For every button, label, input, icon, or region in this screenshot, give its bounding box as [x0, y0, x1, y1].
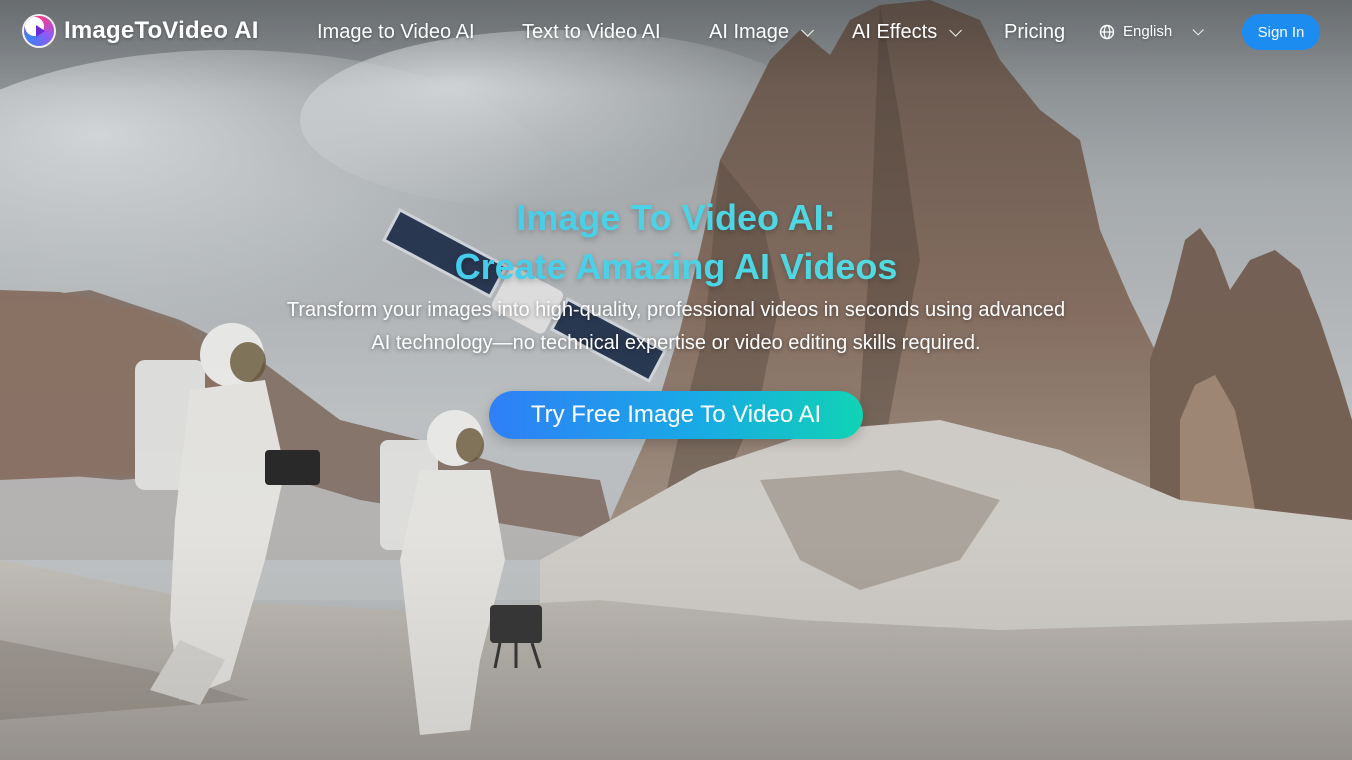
hero-background-image: [0, 0, 1352, 760]
chevron-down-icon: [801, 23, 815, 37]
nav-pricing[interactable]: Pricing: [1004, 18, 1065, 46]
chevron-down-icon: [949, 23, 963, 37]
try-free-cta-button[interactable]: Try Free Image To Video AI: [489, 391, 863, 439]
nav-ai-effects-dropdown[interactable]: AI Effects: [852, 18, 963, 46]
brand-name: ImageToVideo AI: [64, 17, 259, 44]
hero-subtitle: Transform your images into high-quality,…: [286, 299, 1066, 354]
globe-icon: [1099, 24, 1115, 40]
language-selector[interactable]: English: [1099, 20, 1204, 44]
chevron-down-icon: [1192, 24, 1204, 36]
sign-in-button[interactable]: Sign In: [1242, 14, 1320, 50]
play-logo-icon: [24, 16, 54, 46]
nav-text-to-video[interactable]: Text to Video AI: [522, 18, 661, 46]
brand-logo[interactable]: ImageToVideo AI: [24, 16, 259, 46]
language-label: English: [1123, 23, 1173, 40]
hero-title-line-1: Image To Video AI:: [0, 194, 1352, 242]
top-navigation: ImageToVideo AI Image to Video AI Text t…: [0, 0, 1352, 64]
nav-image-to-video[interactable]: Image to Video AI: [317, 18, 475, 46]
hero-title-line-2: Create Amazing AI Videos: [0, 243, 1352, 291]
nav-ai-image-dropdown[interactable]: AI Image: [709, 18, 815, 46]
nav-ai-image-label: AI Image: [709, 21, 790, 43]
nav-ai-effects-label: AI Effects: [852, 21, 938, 43]
